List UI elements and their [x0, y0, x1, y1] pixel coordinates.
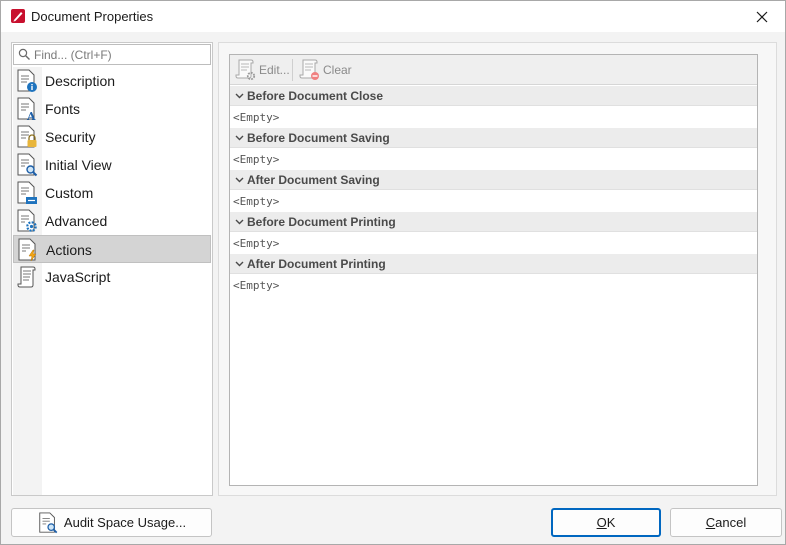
sidebar-item-label: Custom — [45, 185, 94, 201]
ok-label: OK — [596, 515, 616, 530]
description-doc-icon — [17, 69, 37, 92]
sidebar-item-label: Actions — [46, 242, 92, 258]
chevron-down-icon — [235, 219, 243, 224]
actions-panel: Edit... Clear Before Document Close <Emp… — [229, 54, 758, 486]
sidebar-item-label: Initial View — [45, 157, 112, 173]
chevron-down-icon — [235, 261, 243, 266]
chevron-down-icon — [235, 93, 243, 98]
section-value[interactable]: <Empty> — [230, 106, 757, 128]
close-icon — [756, 11, 768, 22]
sidebar-item-fonts[interactable]: A Fonts — [13, 95, 211, 123]
section-header-after-document-saving[interactable]: After Document Saving — [230, 170, 757, 190]
audit-space-usage-button[interactable]: Audit Space Usage... — [11, 508, 212, 537]
window-title: Document Properties — [31, 9, 154, 24]
sidebar-item-javascript[interactable]: JavaScript — [13, 263, 211, 291]
ok-button[interactable]: OK — [551, 508, 661, 537]
clear-button[interactable]: Clear — [297, 57, 352, 83]
edit-label: Edit... — [259, 63, 290, 77]
cancel-label: Cancel — [705, 515, 747, 530]
section-header-after-document-printing[interactable]: After Document Printing — [230, 254, 757, 274]
search-box[interactable] — [13, 44, 211, 65]
section-value[interactable]: <Empty> — [230, 190, 757, 212]
clear-label: Clear — [323, 63, 352, 77]
section-header-before-document-saving[interactable]: Before Document Saving — [230, 128, 757, 148]
section-value[interactable]: <Empty> — [230, 148, 757, 170]
action-sections: Before Document Close <Empty> Before Doc… — [230, 86, 757, 296]
sidebar-item-label: Advanced — [45, 213, 108, 229]
fonts-doc-icon: A — [17, 97, 36, 121]
audit-doc-magnifier-icon — [39, 511, 58, 533]
edit-button[interactable]: Edit... — [233, 57, 290, 83]
security-doc-icon — [17, 125, 37, 148]
sidebar-item-description[interactable]: Description — [13, 67, 211, 95]
section-title: After Document Printing — [247, 256, 386, 271]
toolbar-separator — [292, 59, 293, 81]
chevron-down-icon — [235, 177, 243, 182]
sidebar-item-initial-view[interactable]: Initial View — [13, 151, 211, 179]
chevron-down-icon — [235, 135, 243, 140]
category-panel: Description A Fonts Security — [11, 42, 213, 496]
sidebar-item-label: JavaScript — [45, 269, 111, 285]
audit-label: Audit Space Usage... — [63, 515, 187, 530]
section-value[interactable]: <Empty> — [230, 274, 757, 296]
sidebar-item-actions[interactable]: Actions — [13, 235, 211, 263]
section-title: Before Document Printing — [247, 214, 396, 229]
document-properties-dialog: Document Properties Find... (Ctrl+F) Des… — [0, 0, 786, 545]
section-header-before-document-close[interactable]: Before Document Close — [230, 86, 757, 106]
clear-scroll-icon — [299, 59, 319, 80]
pdf-app-icon — [11, 9, 25, 23]
actions-doc-icon — [18, 238, 37, 262]
sidebar-item-label: Fonts — [45, 101, 81, 117]
cancel-button[interactable]: Cancel — [670, 508, 782, 537]
section-title: After Document Saving — [247, 172, 380, 187]
sidebar-item-security[interactable]: Security — [13, 123, 211, 151]
section-title: Before Document Close — [247, 88, 384, 103]
sidebar-item-custom[interactable]: Custom — [13, 179, 211, 207]
sidebar-item-label: Security — [45, 129, 96, 145]
category-list: Description A Fonts Security Initial Vie… — [13, 67, 211, 291]
initial-view-doc-icon — [17, 153, 38, 177]
section-value[interactable]: <Empty> — [230, 232, 757, 254]
edit-scroll-icon — [235, 59, 256, 81]
close-button[interactable] — [739, 1, 785, 32]
sidebar-item-advanced[interactable]: Advanced — [13, 207, 211, 235]
javascript-scroll-icon — [17, 266, 36, 288]
custom-doc-icon — [17, 181, 37, 204]
search-icon — [18, 48, 30, 60]
actions-toolbar: Edit... Clear — [230, 55, 757, 85]
title-bar: Document Properties — [1, 1, 785, 32]
search-input[interactable] — [34, 46, 206, 63]
advanced-doc-icon — [17, 209, 37, 232]
section-title: Before Document Saving — [247, 130, 390, 145]
svg-text:A: A — [26, 110, 36, 121]
section-header-before-document-printing[interactable]: Before Document Printing — [230, 212, 757, 232]
sidebar-item-label: Description — [45, 73, 116, 89]
